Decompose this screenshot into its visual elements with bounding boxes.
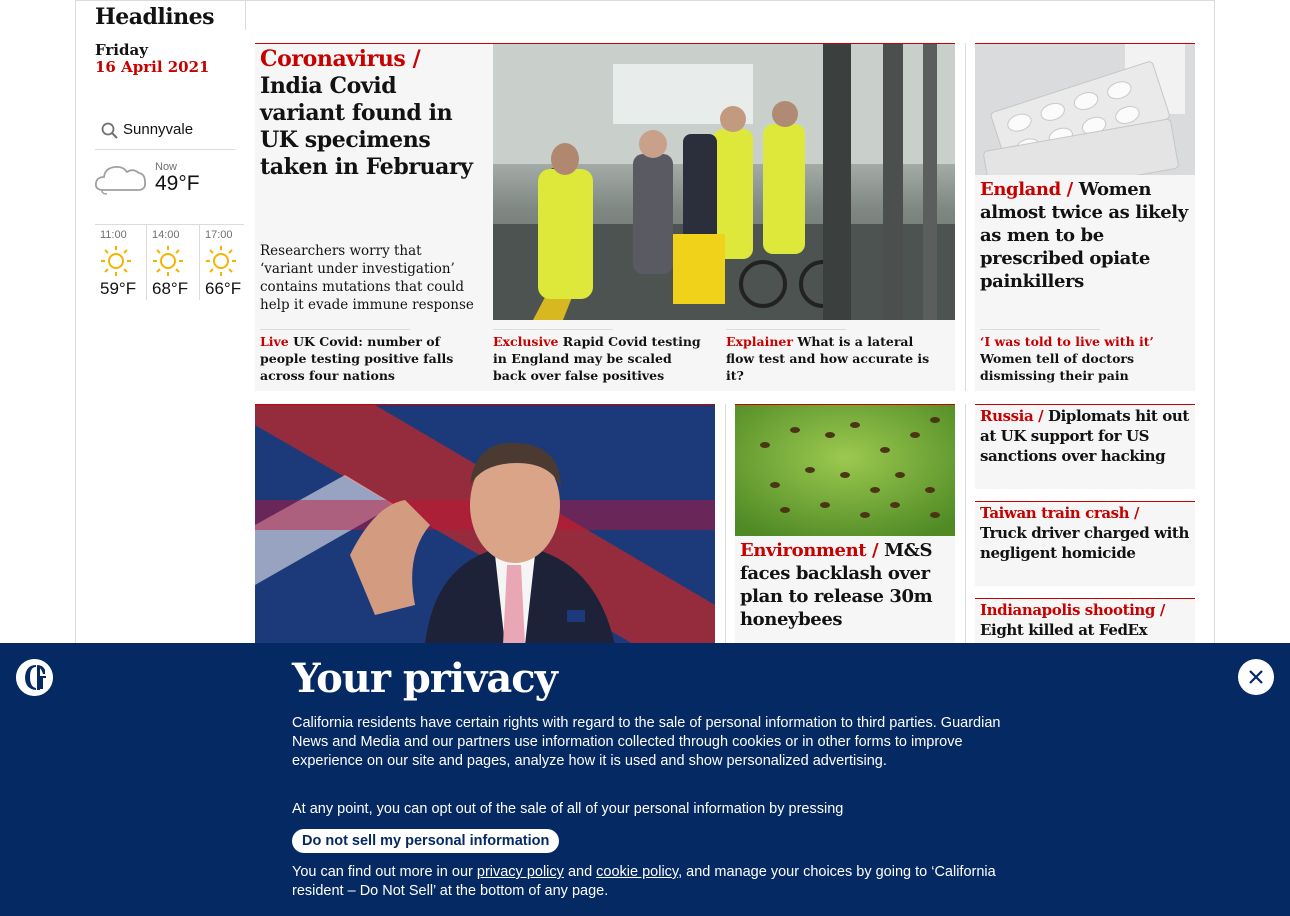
- privacy-paragraph-2: At any point, you can opt out of the sal…: [292, 801, 844, 817]
- column-divider: [965, 43, 966, 391]
- sub-link-explainer[interactable]: Explainer What is a lateral flow test an…: [726, 333, 941, 384]
- main-story-headline[interactable]: Coronavirus / India Covid variant found …: [260, 46, 480, 181]
- sub-divider: [493, 329, 613, 330]
- guardian-logo-icon: [16, 659, 53, 696]
- close-icon: [1249, 670, 1263, 684]
- weather-now-temp: 49°F: [155, 172, 200, 195]
- weather-location: Sunnyvale: [123, 121, 194, 138]
- main-story-kicker: Coronavirus /: [260, 46, 421, 72]
- sub-kicker: Live: [260, 334, 289, 349]
- sub-kicker: Exclusive: [493, 334, 559, 349]
- small-story-card[interactable]: Taiwan train crash / Truck driver charge…: [975, 501, 1195, 586]
- forecast-slot: 11:00 59°F: [95, 224, 147, 300]
- privacy-banner: Your privacy California residents have c…: [0, 643, 1290, 916]
- sub-link-live[interactable]: Live UK Covid: number of people testing …: [260, 333, 475, 384]
- main-story-standfirst: Researchers worry that ‘variant under in…: [260, 243, 474, 313]
- small-story-headline[interactable]: Taiwan train crash / Truck driver charge…: [980, 503, 1190, 563]
- column-divider: [965, 404, 966, 644]
- small-story-card[interactable]: Indianapolis shooting / Eight killed at …: [975, 598, 1195, 644]
- small-story-title: Eight killed at FedEx: [980, 621, 1148, 639]
- small-story-kicker: Indianapolis shooting /: [980, 601, 1165, 619]
- sub-link-exclusive[interactable]: Exclusive Rapid Covid testing in England…: [493, 333, 708, 384]
- main-story-title: India Covid variant found in UK specimen…: [260, 73, 473, 180]
- small-story-headline[interactable]: Russia / Diplomats hit out at UK support…: [980, 406, 1190, 466]
- covid-testing-photo[interactable]: [493, 44, 955, 320]
- environment-story-headline[interactable]: Environment / M&S faces backlash over pl…: [740, 539, 950, 631]
- sub-kicker: Explainer: [726, 334, 793, 349]
- cloud-icon: [94, 165, 147, 195]
- politics-story-card[interactable]: [255, 404, 715, 645]
- forecast-time: 14:00: [152, 229, 180, 241]
- date-day: Friday: [95, 41, 148, 59]
- honeybees-photo[interactable]: [735, 405, 955, 536]
- search-icon: [101, 122, 118, 139]
- side-story-kicker: England /: [980, 179, 1073, 200]
- privacy-policy-link[interactable]: privacy policy: [477, 864, 564, 880]
- sub-text: Women tell of doctors dismissing their p…: [980, 351, 1135, 383]
- sub-divider: [980, 329, 1100, 330]
- privacy-title: Your privacy: [292, 655, 558, 702]
- environment-story-card[interactable]: Environment / M&S faces backlash over pl…: [735, 404, 955, 644]
- sub-link-quote[interactable]: ‘I was told to live with it’ Women tell …: [980, 333, 1192, 384]
- sub-kicker: ‘I was told to live with it’: [980, 334, 1154, 349]
- header-divider: [245, 0, 246, 30]
- small-story-title: Truck driver charged with negligent homi…: [980, 524, 1189, 562]
- sun-icon: [153, 246, 183, 276]
- sub-divider: [260, 329, 410, 330]
- main-story-card[interactable]: Coronavirus / India Covid variant found …: [255, 43, 955, 391]
- top-rule: [75, 0, 1215, 1]
- privacy-paragraph-3: You can find out more in our privacy pol…: [292, 863, 1002, 901]
- sun-icon: [101, 246, 131, 276]
- side-story-headline[interactable]: England / Women almost twice as likely a…: [980, 178, 1190, 293]
- privacy-paragraph-1: California residents have certain rights…: [292, 715, 1001, 769]
- forecast-time: 11:00: [100, 229, 127, 241]
- pills-photo[interactable]: [975, 44, 1195, 175]
- date-full: 16 April 2021: [95, 58, 210, 76]
- privacy-text: You can find out more in our: [292, 864, 473, 880]
- do-not-sell-button[interactable]: Do not sell my personal information: [292, 829, 560, 853]
- cookie-policy-link[interactable]: cookie policy: [596, 864, 678, 880]
- forecast-temp: 59°F: [100, 279, 137, 298]
- forecast-temp: 66°F: [205, 279, 242, 298]
- column-divider: [725, 404, 726, 644]
- small-story-kicker: Taiwan train crash /: [980, 504, 1140, 522]
- forecast-slot: 17:00 66°F: [200, 224, 244, 300]
- sun-icon: [206, 246, 236, 276]
- minister-photo[interactable]: [255, 405, 715, 645]
- forecast-time: 17:00: [205, 229, 233, 241]
- privacy-text: and: [567, 864, 593, 880]
- forecast-slot: 14:00 68°F: [147, 224, 199, 300]
- sub-text: UK Covid: number of people testing posit…: [260, 334, 454, 383]
- environment-story-kicker: Environment /: [740, 540, 879, 561]
- side-story-card[interactable]: England / Women almost twice as likely a…: [975, 43, 1195, 391]
- weather-location-button[interactable]: Sunnyvale: [95, 118, 235, 150]
- small-story-card[interactable]: Russia / Diplomats hit out at UK support…: [975, 404, 1195, 489]
- close-button[interactable]: [1238, 659, 1274, 695]
- forecast-temp: 68°F: [152, 279, 189, 298]
- small-story-kicker: Russia /: [980, 407, 1044, 425]
- section-title: Headlines: [95, 4, 215, 30]
- small-story-headline[interactable]: Indianapolis shooting / Eight killed at …: [980, 600, 1190, 640]
- sub-divider: [726, 329, 846, 330]
